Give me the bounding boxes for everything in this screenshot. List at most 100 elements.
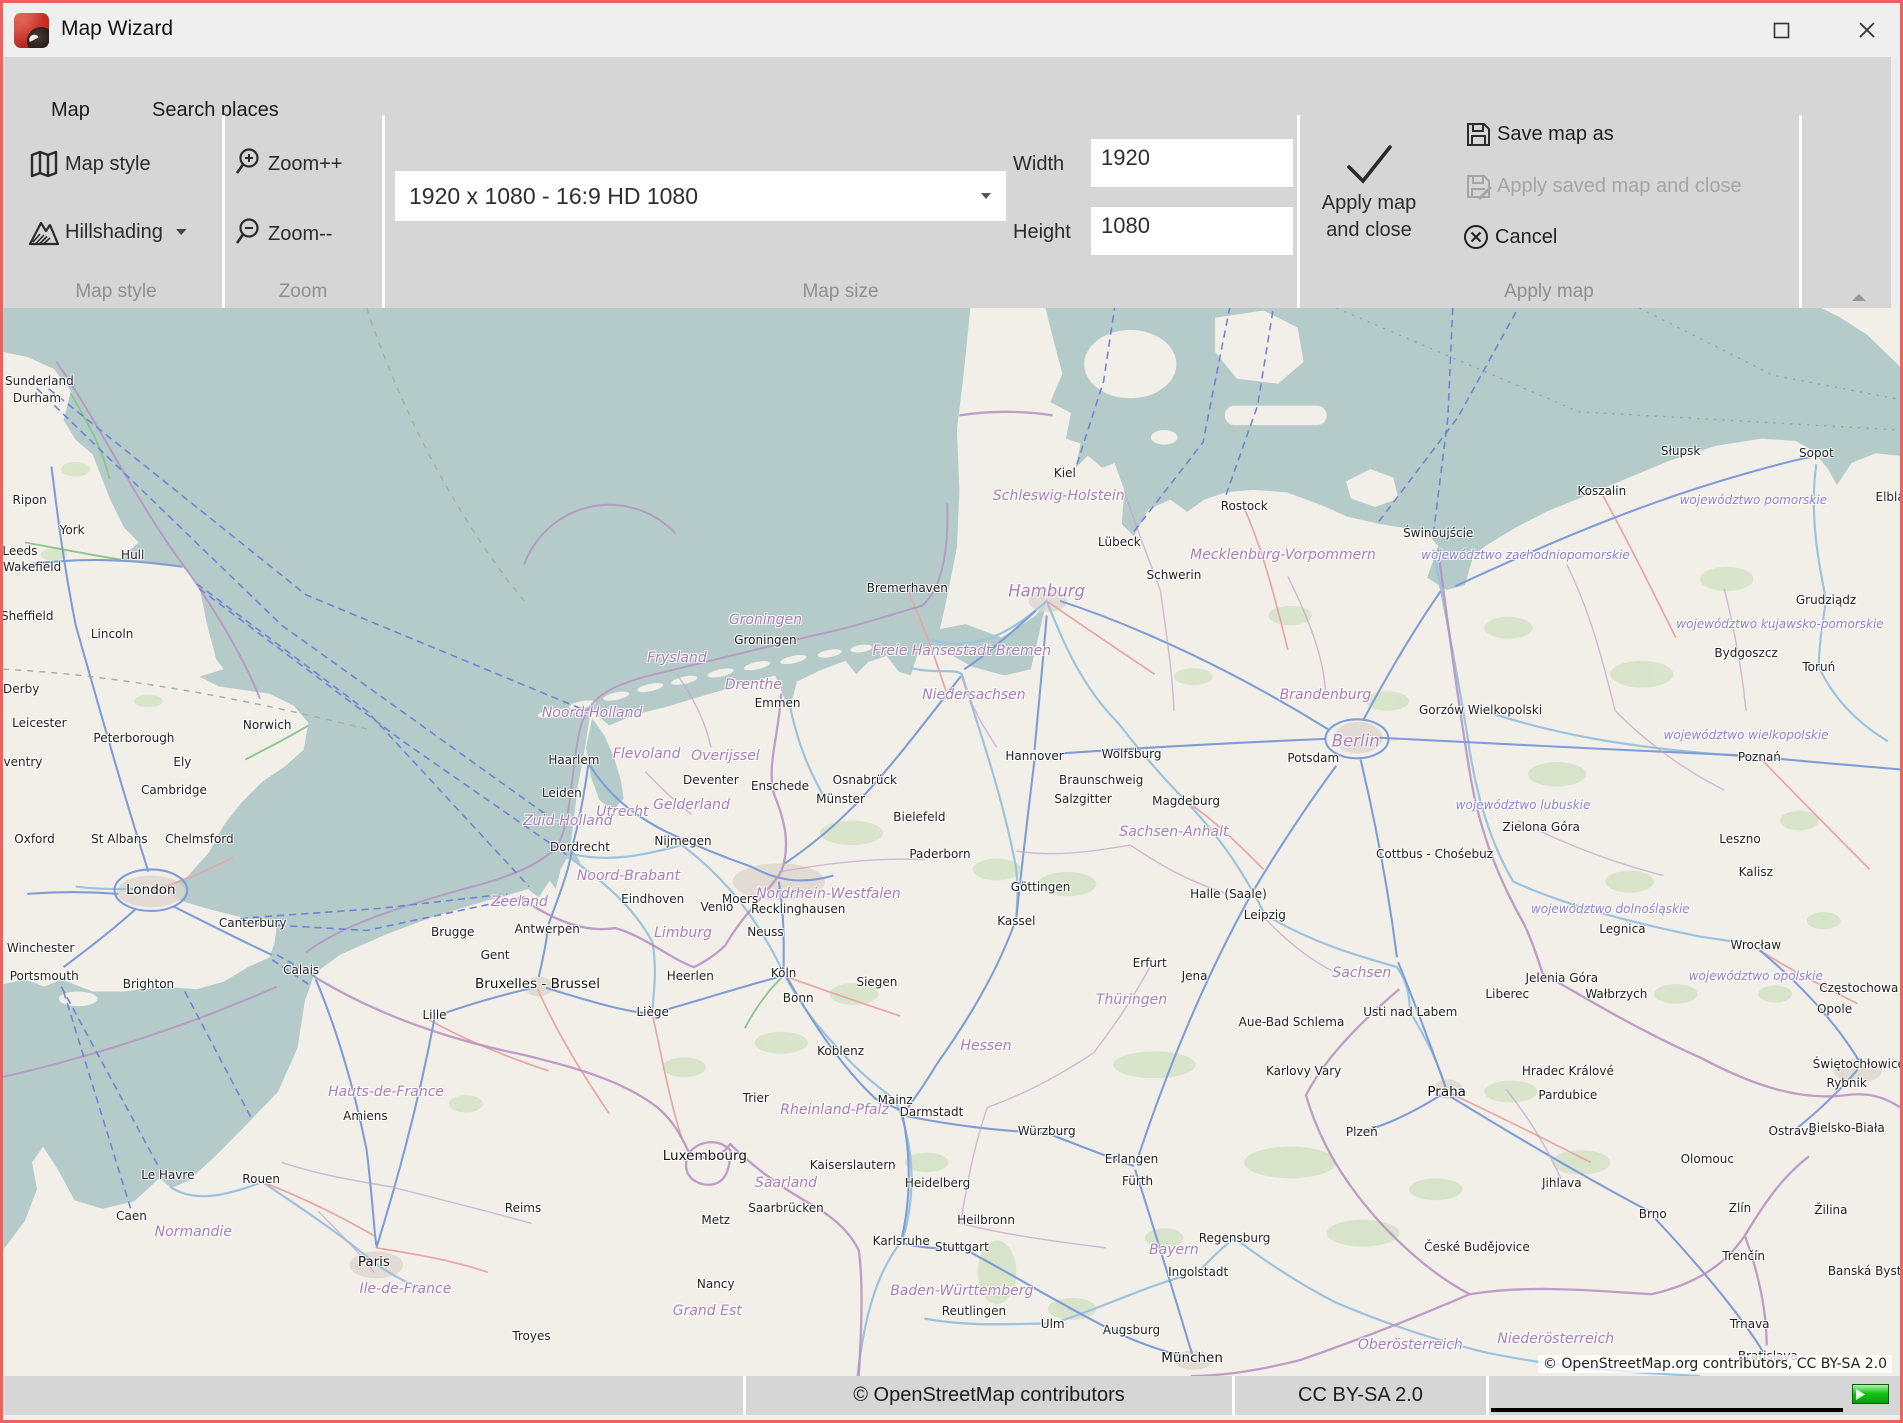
- map-label: województwo opolskie: [1689, 969, 1823, 983]
- map-label: Liège: [637, 1005, 669, 1019]
- zoom-out-icon: [234, 217, 264, 251]
- map-label: Siegen: [856, 975, 897, 989]
- width-input[interactable]: [1091, 139, 1293, 187]
- map-label: Sheffield: [3, 609, 54, 623]
- map-label: Leszno: [1719, 832, 1760, 846]
- progress-bar: [1491, 1408, 1843, 1412]
- map-label: Zlín: [1729, 1201, 1752, 1215]
- map-icon: [27, 147, 61, 181]
- map-wizard-window: Map Wizard Map Search places Map style: [0, 0, 1903, 1423]
- map-label: Brighton: [123, 977, 174, 991]
- hillshading-button[interactable]: Hillshading: [27, 215, 188, 249]
- map-label: Hradec Králové: [1522, 1064, 1614, 1078]
- map-label: Augsburg: [1103, 1323, 1160, 1337]
- save-map-as-button[interactable]: Save map as: [1464, 120, 1614, 148]
- map-label: Rheinland-Pfalz: [780, 1102, 888, 1118]
- map-label: Sachsen: [1332, 965, 1391, 981]
- map-label: Banská Bystrica: [1828, 1264, 1900, 1278]
- map-label: Freie Hansestadt Bremen: [873, 643, 1052, 659]
- group-label-zoom: Zoom: [228, 281, 378, 307]
- map-label: Darmstadt: [900, 1105, 964, 1119]
- status-bar: © OpenStreetMap contributors CC BY-SA 2.…: [3, 1376, 1900, 1415]
- width-label: Width: [1013, 153, 1064, 176]
- map-label: Schwerin: [1146, 568, 1201, 582]
- map-label: Paris: [358, 1254, 390, 1270]
- map-label: Rostock: [1221, 499, 1268, 513]
- map-label: Wolfsburg: [1102, 747, 1162, 761]
- map-style-button[interactable]: Map style: [27, 147, 151, 181]
- hillshading-icon: [27, 215, 61, 249]
- map-label: województwo lubuskie: [1456, 798, 1591, 812]
- map-label: Winchester: [7, 941, 74, 955]
- map-label: Coventry: [3, 755, 42, 769]
- map-label: Rouen: [242, 1172, 280, 1186]
- map-label: Saarbrücken: [748, 1201, 824, 1215]
- map-label: Hamburg: [1008, 582, 1085, 601]
- map-label: Stuttgart: [935, 1240, 989, 1254]
- map-label: Hessen: [960, 1038, 1011, 1054]
- map-label: Ripon: [13, 493, 47, 507]
- map-label: Trnava: [1730, 1317, 1770, 1331]
- map-label: Jena: [1182, 969, 1208, 983]
- map-label: Liberec: [1485, 987, 1529, 1001]
- map-label: Trenčín: [1722, 1249, 1765, 1263]
- map-label: Nancy: [697, 1277, 735, 1291]
- map-label: Heidelberg: [905, 1176, 970, 1190]
- collapse-ribbon-button[interactable]: [1851, 289, 1867, 307]
- apply-map-and-close-button[interactable]: Apply map and close: [1309, 141, 1429, 244]
- tab-map[interactable]: Map: [51, 99, 90, 129]
- map-label: Fürth: [1122, 1174, 1153, 1188]
- map-label: Göttingen: [1011, 880, 1071, 894]
- bottom-strip: [3, 1415, 1900, 1420]
- map-label: województwo zachodniopomorskie: [1421, 548, 1630, 562]
- map-label: Enschede: [751, 779, 809, 793]
- group-label-apply-map: Apply map: [1303, 281, 1795, 307]
- zoom-out-button[interactable]: Zoom--: [234, 217, 332, 251]
- map-label: Opole: [1817, 1002, 1852, 1016]
- map-label: Halle (Saale): [1190, 887, 1267, 901]
- map-label: Koblenz: [817, 1044, 864, 1058]
- map-label: Ile-de-France: [360, 1281, 452, 1297]
- map-label: Elbląg: [1876, 490, 1900, 504]
- size-preset-dropdown[interactable]: 1920 x 1080 - 16:9 HD 1080: [395, 171, 1006, 221]
- map-viewport[interactable]: SunderlandDurhamRiponYorkLeedsWakefieldH…: [3, 308, 1900, 1376]
- maximize-button[interactable]: [1749, 3, 1813, 57]
- map-label: Nijmegen: [654, 834, 711, 848]
- map-label: Ulm: [1041, 1317, 1065, 1331]
- zoom-in-button[interactable]: Zoom++: [234, 147, 342, 181]
- map-label: Niedersachsen: [922, 687, 1025, 703]
- map-label: Częstochowa: [1819, 981, 1898, 995]
- map-label: Bremerhaven: [867, 581, 948, 595]
- map-label: Dordrecht: [550, 840, 610, 854]
- height-input[interactable]: [1091, 207, 1293, 255]
- map-label: Paderborn: [909, 847, 970, 861]
- map-label: Heerlen: [667, 969, 714, 983]
- map-label: Zuid-Holland: [523, 813, 613, 829]
- map-label: Frysland: [647, 650, 707, 666]
- map-label: Sopot: [1799, 446, 1834, 460]
- title-bar: Map Wizard: [3, 3, 1900, 57]
- map-label: Pardubice: [1538, 1088, 1597, 1102]
- map-label: Magdeburg: [1152, 794, 1220, 808]
- map-label: Deventer: [683, 773, 739, 787]
- group-label-map-style: Map style: [13, 281, 219, 307]
- dropdown-caret-icon: [980, 192, 992, 200]
- statusbar-license: CC BY-SA 2.0: [1235, 1376, 1486, 1415]
- map-label: Eindhoven: [621, 892, 684, 906]
- map-label: Bruxelles - Brussel: [475, 976, 600, 992]
- map-label: Lincoln: [91, 627, 134, 641]
- save-edit-icon-disabled: [1464, 172, 1492, 200]
- map-label: Koszalin: [1577, 484, 1626, 498]
- map-label: Leipzig: [1244, 908, 1286, 922]
- map-label: Kassel: [997, 914, 1035, 928]
- map-label: Mecklenburg-Vorpommern: [1190, 547, 1376, 563]
- map-label: Sunderland: [5, 374, 74, 388]
- tab-search-places[interactable]: Search places: [152, 99, 279, 129]
- map-label: Haarlem: [548, 753, 599, 767]
- map-label: Gorzów Wielkopolski: [1419, 703, 1542, 717]
- apply-saved-map-button[interactable]: Apply saved map and close: [1464, 172, 1742, 200]
- map-label: Bielsko-Biała: [1809, 1121, 1885, 1135]
- close-button[interactable]: [1835, 3, 1899, 57]
- cancel-button[interactable]: Cancel: [1462, 223, 1557, 251]
- map-label: Moers: [722, 892, 758, 906]
